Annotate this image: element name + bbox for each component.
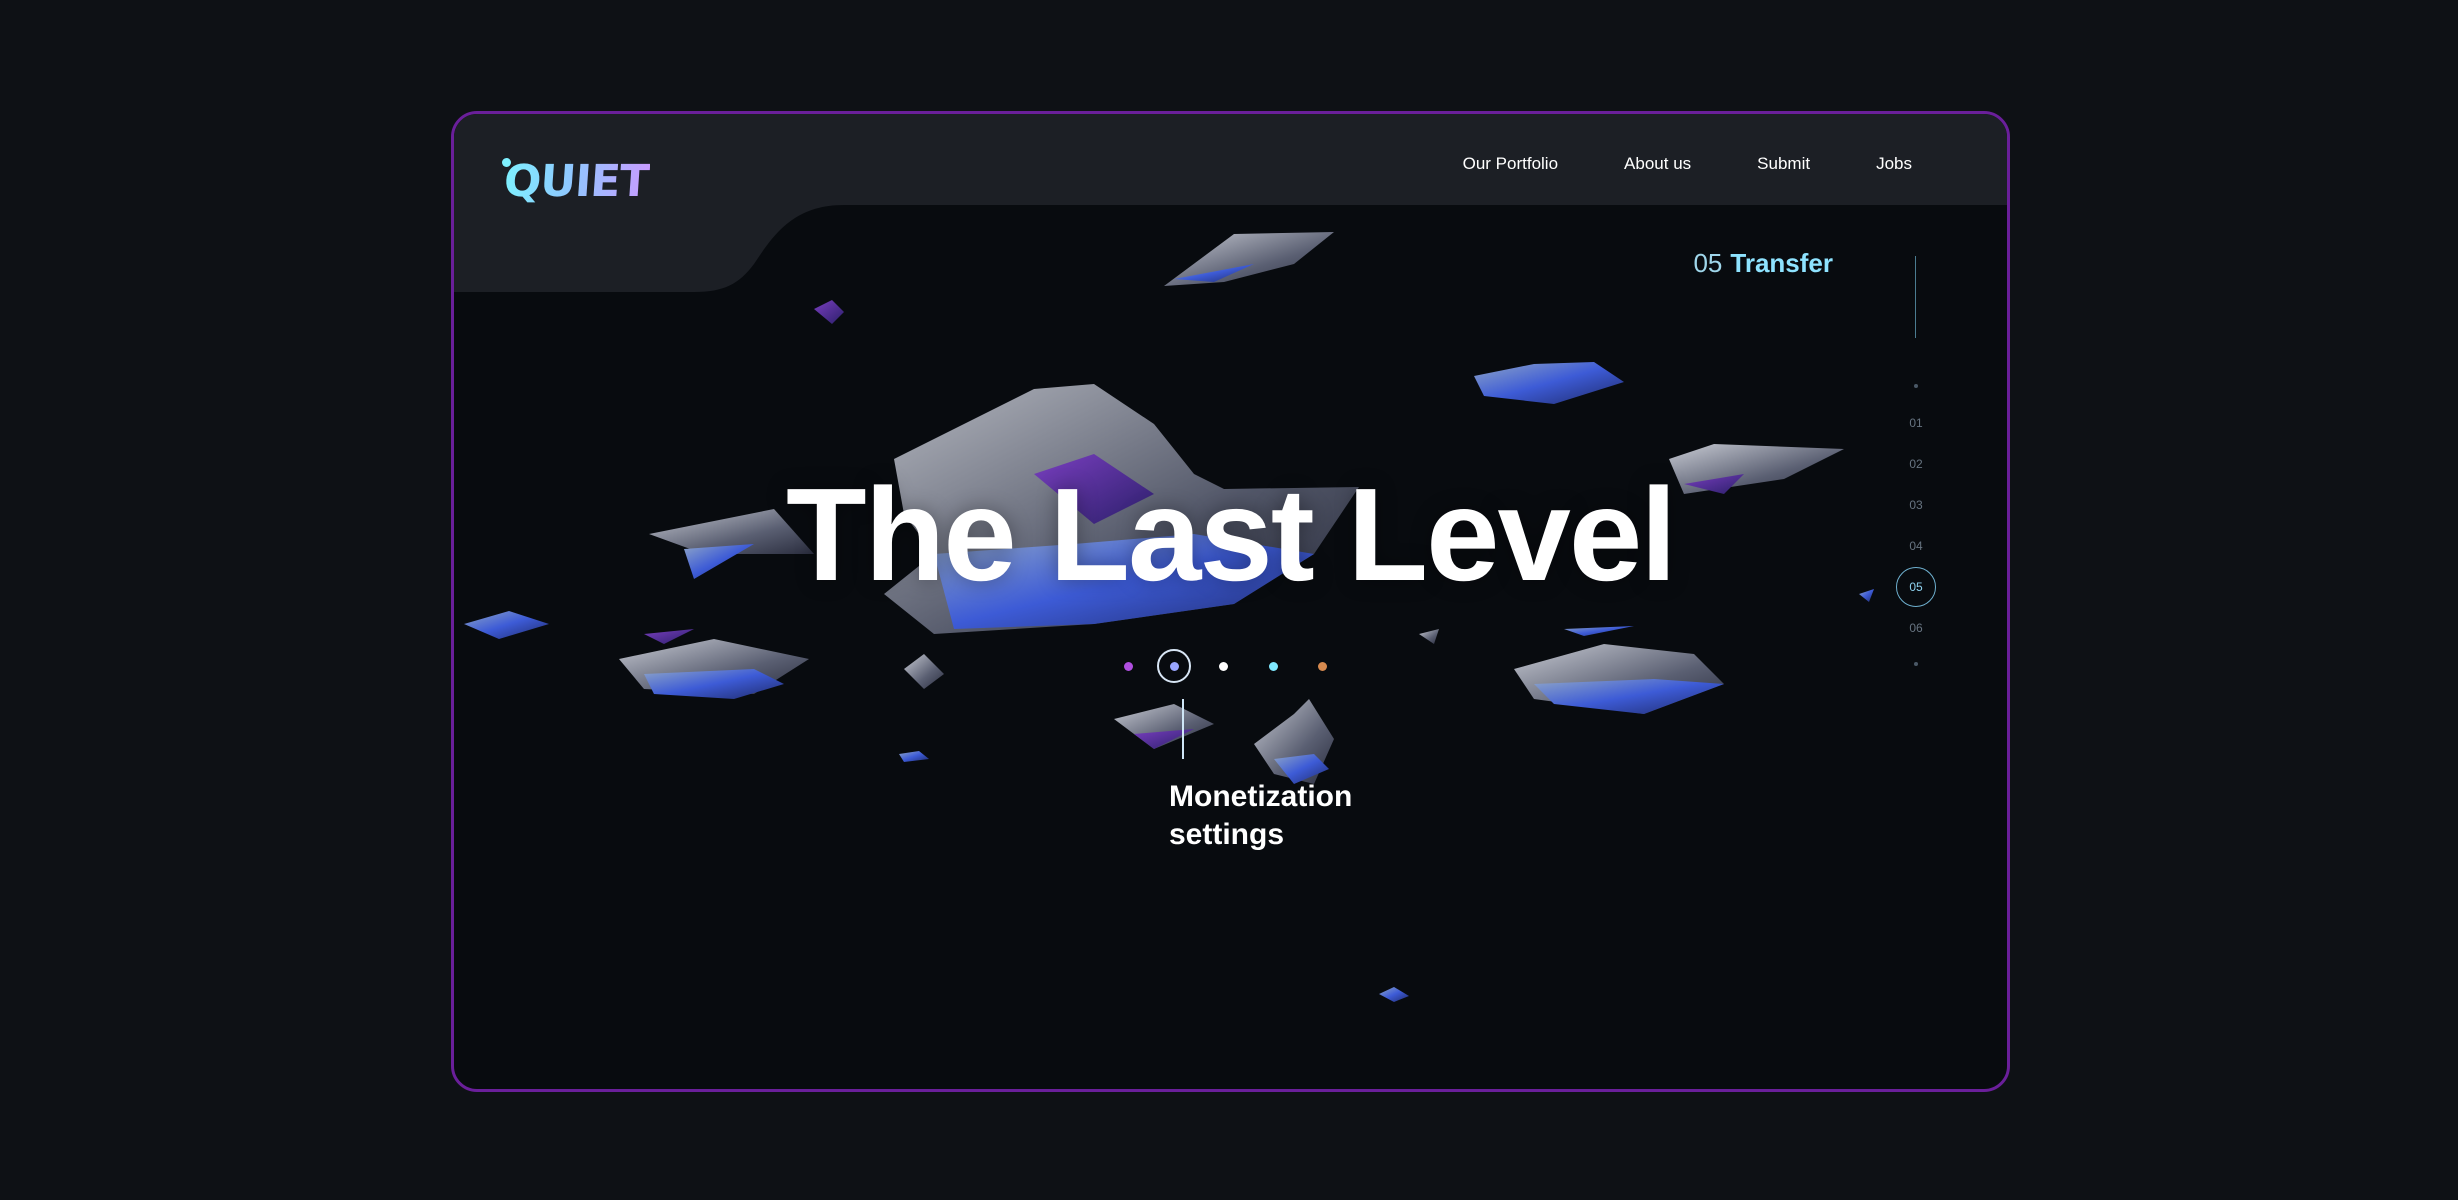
section-number: 05 [1693, 248, 1723, 278]
nav-link-jobs[interactable]: Jobs [1876, 154, 1912, 174]
current-section-label: 05 Transfer [1693, 248, 1833, 279]
section-divider-line [1915, 256, 1916, 338]
step-caption-line-2: settings [1169, 818, 1285, 851]
step-dot-5[interactable] [1318, 662, 1327, 671]
hero-title: The Last Level [786, 461, 1677, 608]
step-caption-line-1: Monetization [1169, 780, 1353, 813]
step-dot-1[interactable] [1124, 662, 1133, 671]
nav-link-submit[interactable]: Submit [1757, 154, 1810, 174]
step-caption: Monetization settings [1169, 778, 1352, 854]
pager-item-06[interactable]: 06 [1884, 607, 1948, 648]
step-dot-3[interactable] [1219, 662, 1228, 671]
main-nav: Our Portfolio About us Submit Jobs [1463, 154, 1912, 174]
step-dot-2[interactable] [1170, 662, 1179, 671]
quiet-logo[interactable]: QUIET [502, 156, 650, 207]
step-indicator [1124, 649, 1374, 683]
pager-bottom-dot [1914, 662, 1918, 666]
step-connector-line [1182, 699, 1184, 759]
main-frame: QUIET Our Portfolio About us Submit Jobs… [451, 111, 2010, 1092]
section-name: Transfer [1730, 248, 1833, 278]
nav-link-about-us[interactable]: About us [1624, 154, 1691, 174]
nav-link-our-portfolio[interactable]: Our Portfolio [1463, 154, 1558, 174]
step-dot-4[interactable] [1269, 662, 1278, 671]
pager-item-01[interactable]: 01 [1884, 402, 1948, 443]
